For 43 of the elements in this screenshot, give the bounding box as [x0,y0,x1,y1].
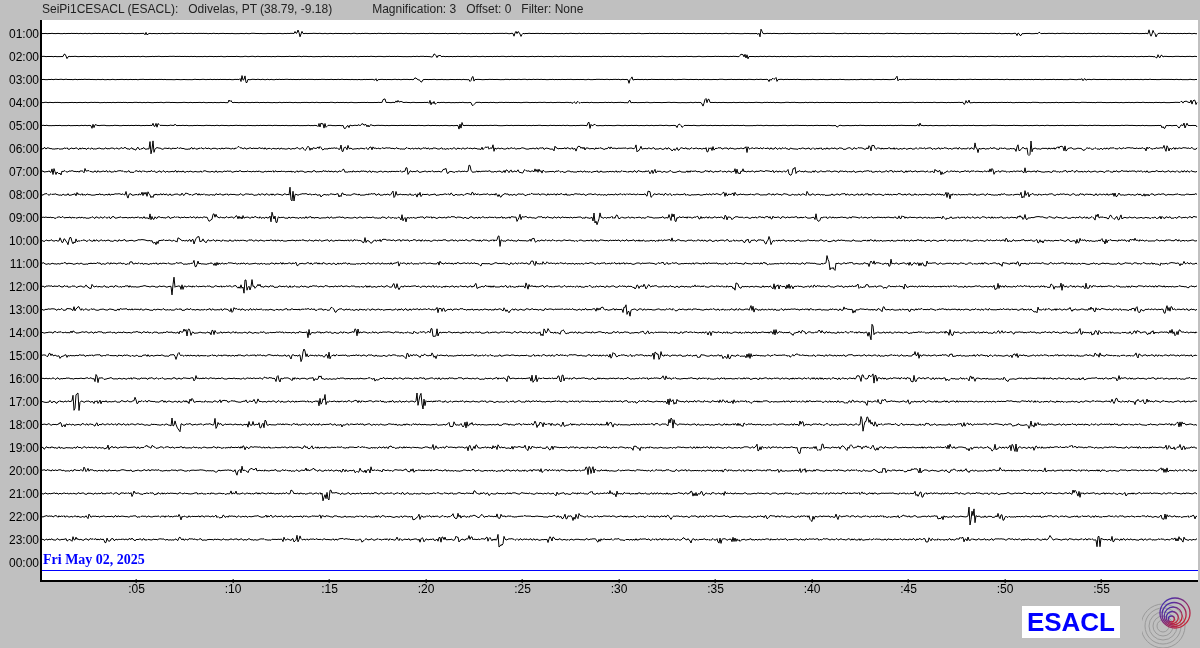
hour-label: 17:00 [8,395,39,408]
hour-label: 07:00 [8,165,39,178]
minute-label: :50 [996,583,1014,595]
hour-label: 04:00 [8,96,39,109]
hour-label: 11:00 [9,257,39,270]
hour-label: 14:00 [8,326,39,339]
hour-label: 10:00 [8,234,39,247]
minute-label: :10 [224,583,242,595]
minute-label: :30 [610,583,628,595]
hour-label: 15:00 [8,349,39,362]
station-location: Odivelas, PT (38.79, -9.18) [188,1,333,18]
hour-label: 18:00 [8,418,39,431]
hour-label: 20:00 [8,464,39,477]
offset-label: Offset: 0 [466,1,512,18]
hour-label: 08:00 [8,188,39,201]
hour-label: 02:00 [8,50,39,63]
minute-label: :05 [128,583,145,595]
concentric-circles-logo-icon [1142,596,1194,648]
minute-label: :55 [1093,583,1110,595]
hour-label: 19:00 [8,441,39,454]
date-label: Fri May 02, 2025 [43,553,145,567]
hour-label: 13:00 [8,303,39,316]
magnification-label: Magnification: 3 [372,1,457,18]
hour-label: 00:00 [8,556,39,569]
hour-label: 06:00 [8,142,39,155]
hour-label: 22:00 [8,510,39,523]
minute-label: :20 [417,583,435,595]
minute-label: :25 [514,583,531,595]
minute-label: :45 [900,583,917,595]
hour-label: 03:00 [8,73,39,86]
minute-label: :40 [803,583,821,595]
hour-label: 09:00 [8,211,39,224]
hour-label: 05:00 [8,119,39,132]
hour-label: 23:00 [8,533,39,546]
hour-label: 01:00 [8,27,39,40]
hour-label: 21:00 [8,487,39,500]
hour-label: 16:00 [8,372,39,385]
minute-label: :15 [321,583,338,595]
filter-label: Filter: None [521,1,584,18]
hour-label: 12:00 [8,280,39,293]
minute-label: :35 [707,583,724,595]
logo-text: ESACL [1021,606,1120,638]
station-name: SeiPi1CESACL (ESACL): [42,1,179,18]
